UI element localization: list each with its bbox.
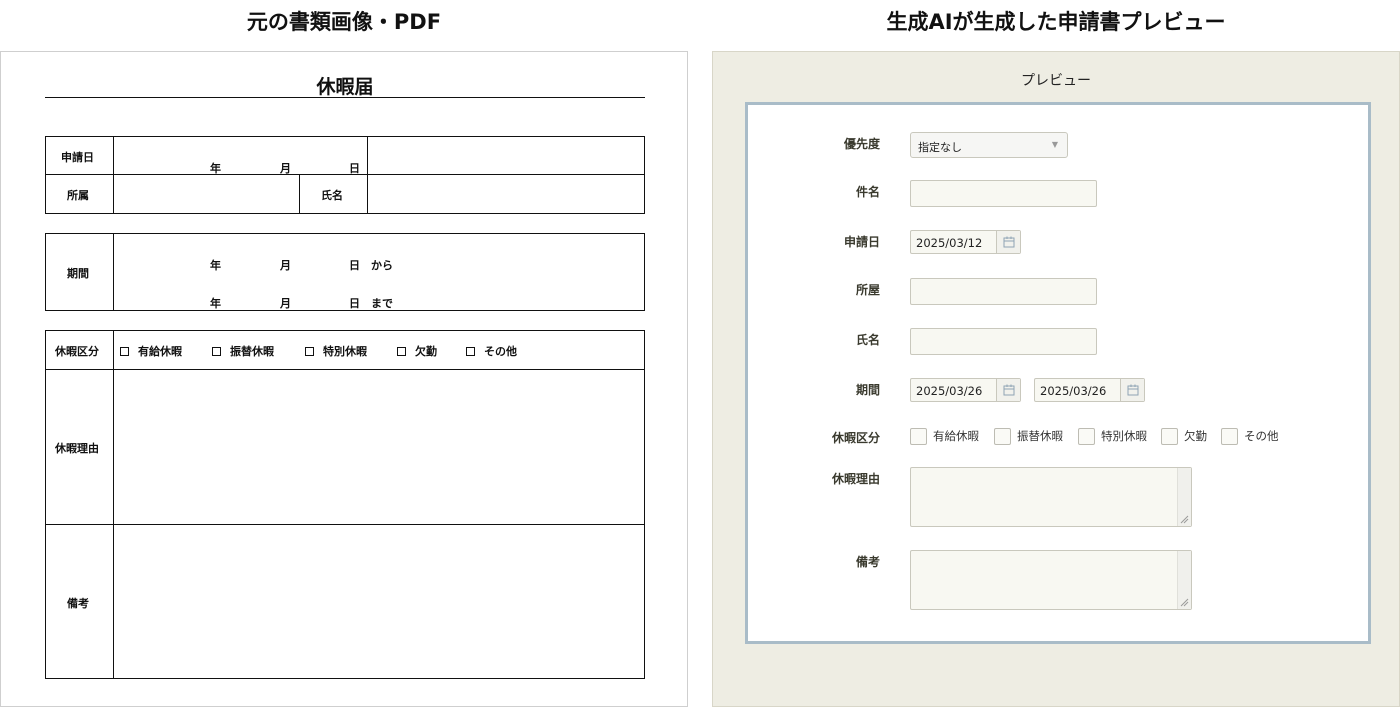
leave-type-label: 休暇区分 [831,431,880,445]
period-start-value: 2025/03/26 [916,384,983,398]
divider [113,136,114,214]
name-label: 氏名 [321,189,343,202]
calendar-icon[interactable] [1120,379,1144,401]
document-title: 休暇届 [316,76,374,98]
checkbox-icon [120,347,129,356]
period-to-suffix: まで [371,297,393,310]
affiliation-label: 所屋 [855,283,880,297]
day-unit: 日 [349,297,360,310]
applicant-table [45,136,645,214]
leave-option-special[interactable]: 特別休暇 [1078,428,1147,445]
year-unit: 年 [210,162,221,175]
month-unit: 月 [280,162,291,175]
checkbox-icon [397,347,406,356]
checkbox[interactable] [1161,428,1178,445]
day-unit: 日 [349,259,360,272]
checkbox[interactable] [1221,428,1238,445]
subject-input[interactable] [910,180,1097,207]
leave-option-other[interactable]: その他 [1221,428,1279,445]
leave-option-paid[interactable]: 有給休暇 [910,428,979,445]
title-underline [45,97,645,98]
reason-label: 休暇理由 [831,472,880,486]
divider [45,524,645,525]
divider [45,174,645,175]
period-end-value: 2025/03/26 [1040,384,1107,398]
divider [367,136,368,214]
period-label: 期間 [67,267,89,280]
period-table [45,233,645,311]
preview-panel: 優先度 指定なし ▼ 件名 申請日 2025/03/12 所屋 氏名 期間 20… [745,102,1371,644]
left-column-heading: 元の書類画像・PDF [246,10,442,34]
leave-option: 有給休暇 [120,343,182,359]
checkbox-icon [466,347,475,356]
remarks-textarea[interactable] [910,550,1192,610]
original-document: 休暇届 申請日 年 月 日 所属 氏名 期間 年 月 日 から 年 月 日 まで… [0,51,688,707]
priority-select[interactable]: 指定なし ▼ [910,132,1068,158]
right-column-heading: 生成AIが生成した申請書プレビュー [886,10,1226,34]
period-end-field[interactable]: 2025/03/26 [1034,378,1145,402]
subject-label: 件名 [855,185,880,199]
resize-grip-icon[interactable] [1179,514,1189,524]
day-unit: 日 [349,162,360,175]
divider [113,330,114,679]
priority-label: 優先度 [843,137,880,151]
chevron-down-icon: ▼ [1051,140,1058,149]
checkbox-icon [305,347,314,356]
checkbox-icon [212,347,221,356]
checkbox[interactable] [1078,428,1095,445]
apply-date-field[interactable]: 2025/03/12 [910,230,1021,254]
calendar-icon[interactable] [996,379,1020,401]
year-unit: 年 [210,297,221,310]
period-start-field[interactable]: 2025/03/26 [910,378,1021,402]
period-from-suffix: から [371,259,393,272]
remarks-label: 備考 [855,555,880,569]
calendar-icon[interactable] [996,231,1020,253]
leave-option: その他 [466,343,517,359]
period-label: 期間 [855,383,880,397]
divider [299,174,300,214]
divider [113,233,114,311]
apply-date-label: 申請日 [61,151,94,164]
reason-label: 休暇理由 [55,442,99,455]
leave-option-substitute[interactable]: 振替休暇 [994,428,1063,445]
checkbox[interactable] [994,428,1011,445]
month-unit: 月 [280,297,291,310]
leave-option: 振替休暇 [212,343,274,359]
leave-option: 欠勤 [397,343,437,359]
apply-date-label: 申請日 [843,235,880,249]
leave-option: 特別休暇 [305,343,367,359]
checkbox[interactable] [910,428,927,445]
reason-textarea[interactable] [910,467,1192,527]
apply-date-value: 2025/03/12 [916,236,983,250]
leave-option-absence[interactable]: 欠勤 [1161,428,1207,445]
priority-value: 指定なし [918,141,962,154]
name-label: 氏名 [855,333,880,347]
preview-title: プレビュー [1021,73,1091,89]
month-unit: 月 [280,259,291,272]
year-unit: 年 [210,259,221,272]
form-preview: プレビュー 優先度 指定なし ▼ 件名 申請日 2025/03/12 所屋 氏名… [712,51,1400,707]
leave-table [45,330,645,679]
leave-type-label: 休暇区分 [55,345,99,358]
name-input[interactable] [910,328,1097,355]
affiliation-label: 所属 [67,189,89,202]
divider [45,369,645,370]
remarks-label: 備考 [67,597,89,610]
resize-grip-icon[interactable] [1179,597,1189,607]
affiliation-input[interactable] [910,278,1097,305]
